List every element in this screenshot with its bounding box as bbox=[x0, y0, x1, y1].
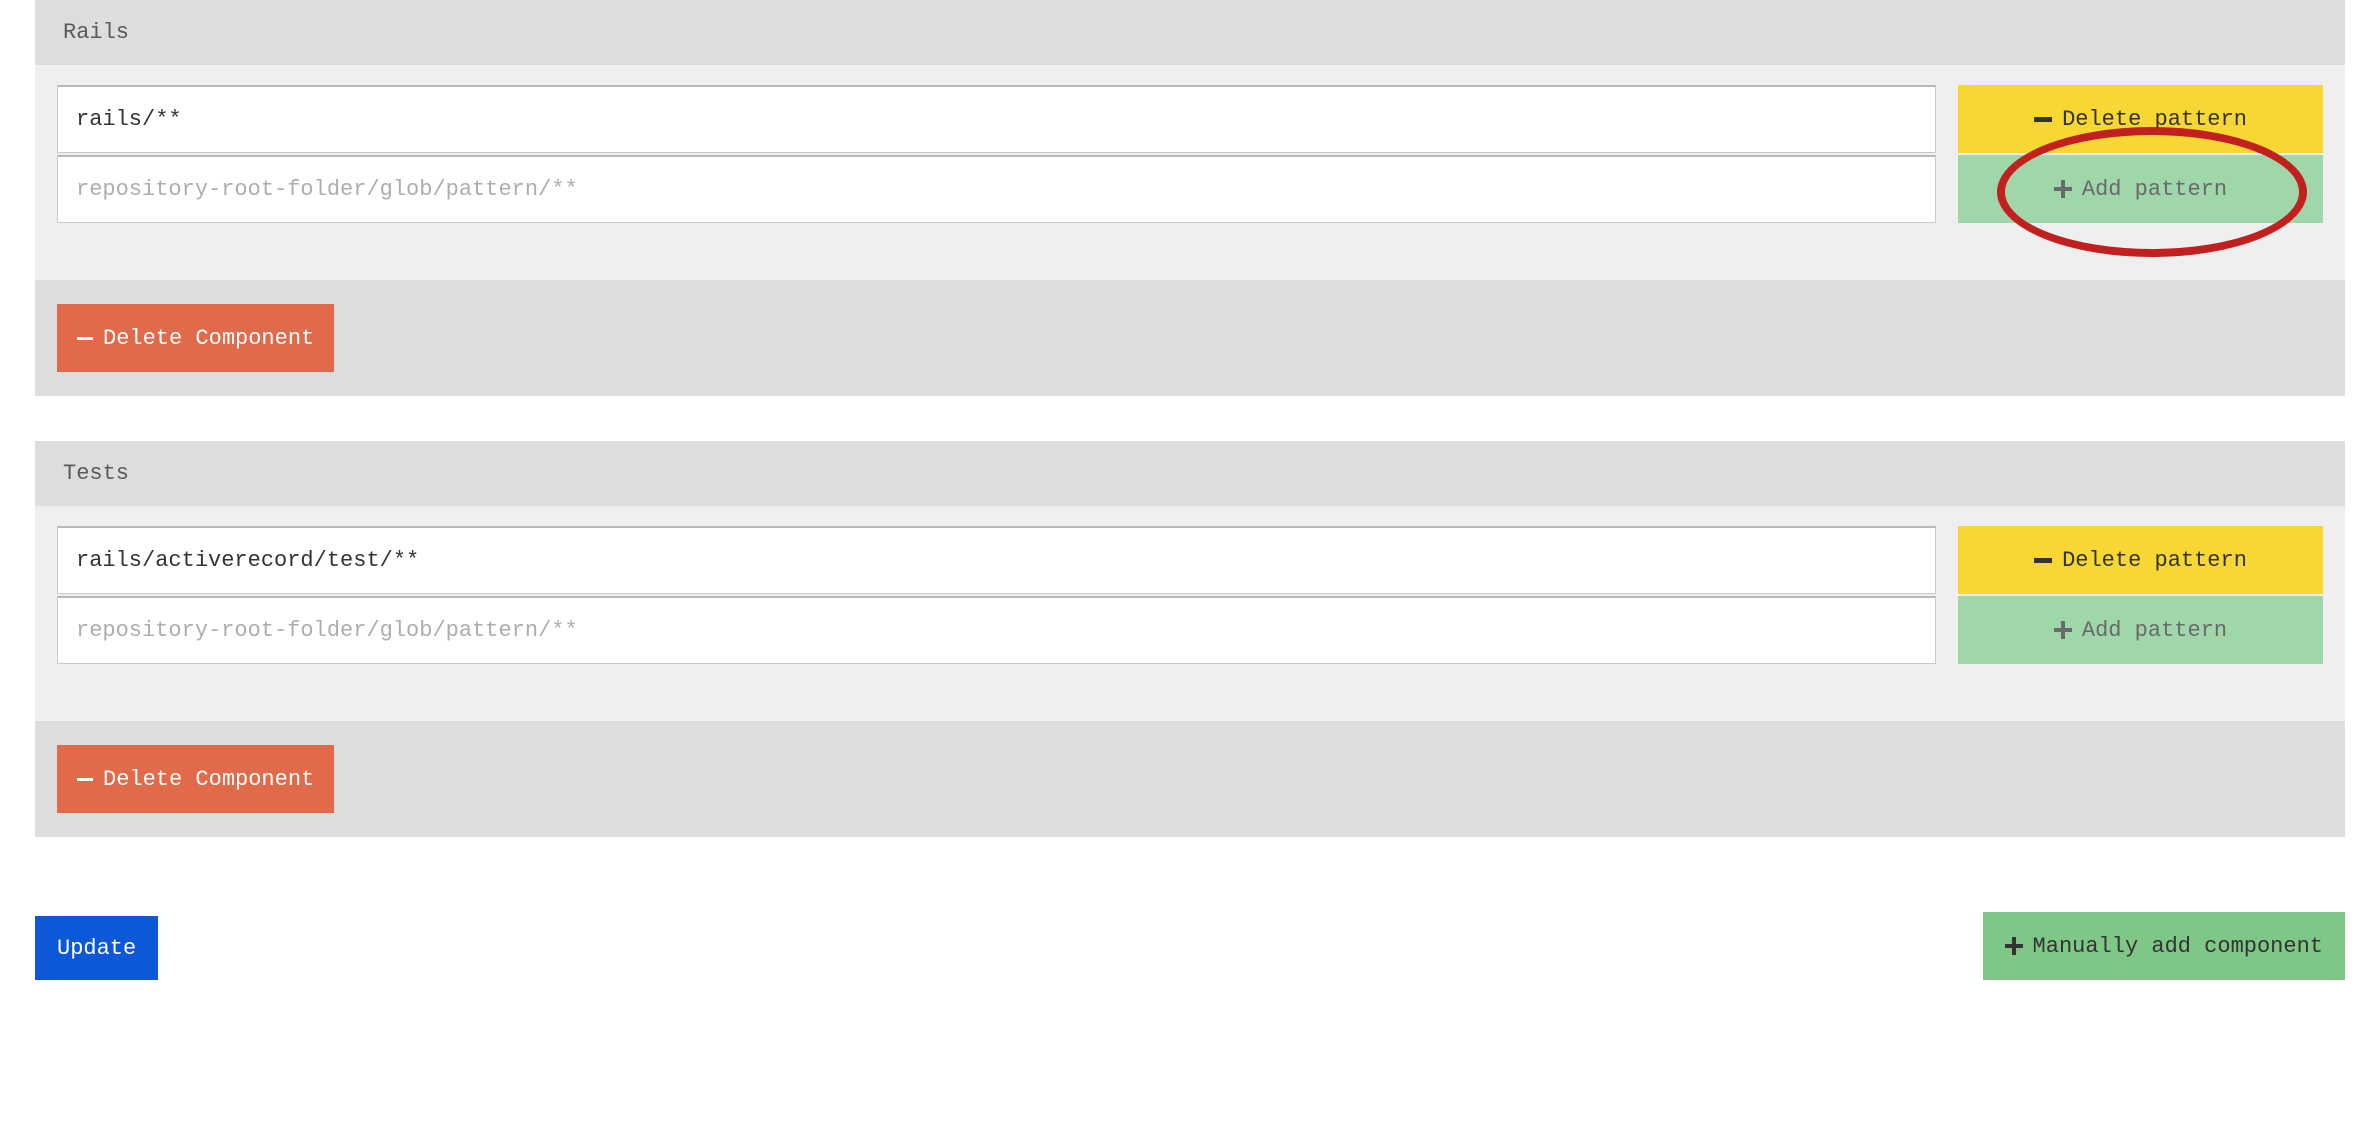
manual-add-label: Manually add component bbox=[2033, 934, 2323, 959]
delete-component-button[interactable]: Delete Component bbox=[57, 745, 334, 813]
pattern-row: Delete pattern bbox=[57, 526, 2323, 594]
delete-pattern-button[interactable]: Delete pattern bbox=[1958, 526, 2323, 594]
pattern-input[interactable] bbox=[57, 85, 1936, 153]
delete-pattern-label: Delete pattern bbox=[2062, 107, 2247, 132]
component-name-label: Tests bbox=[63, 461, 129, 486]
new-pattern-row: Add pattern bbox=[57, 596, 2323, 664]
add-pattern-label: Add pattern bbox=[2082, 618, 2227, 643]
component-name-label: Rails bbox=[63, 20, 129, 45]
component-title: Tests bbox=[35, 441, 2345, 506]
update-label: Update bbox=[57, 936, 136, 961]
plus-icon bbox=[2054, 180, 2072, 198]
minus-icon bbox=[77, 778, 93, 781]
delete-component-label: Delete Component bbox=[103, 767, 314, 792]
pattern-section: Delete pattern Add pattern bbox=[35, 506, 2345, 721]
add-pattern-button[interactable]: Add pattern bbox=[1958, 596, 2323, 664]
component-block: Tests Delete pattern Add pattern bbox=[35, 441, 2345, 837]
delete-pattern-button[interactable]: Delete pattern bbox=[1958, 85, 2323, 153]
page-footer: Update Manually add component bbox=[35, 882, 2345, 980]
new-pattern-input[interactable] bbox=[57, 596, 1936, 664]
new-pattern-row: Add pattern bbox=[57, 155, 2323, 223]
component-footer: Delete Component bbox=[35, 280, 2345, 396]
plus-icon bbox=[2005, 937, 2023, 955]
delete-component-button[interactable]: Delete Component bbox=[57, 304, 334, 372]
manually-add-component-button[interactable]: Manually add component bbox=[1983, 912, 2345, 980]
add-pattern-button[interactable]: Add pattern bbox=[1958, 155, 2323, 223]
delete-component-label: Delete Component bbox=[103, 326, 314, 351]
component-title: Rails bbox=[35, 0, 2345, 65]
minus-icon bbox=[77, 337, 93, 340]
add-pattern-label: Add pattern bbox=[2082, 177, 2227, 202]
pattern-input[interactable] bbox=[57, 526, 1936, 594]
component-block: Rails Delete pattern Add pattern bbox=[35, 0, 2345, 396]
component-footer: Delete Component bbox=[35, 721, 2345, 837]
plus-icon bbox=[2054, 621, 2072, 639]
minus-icon bbox=[2034, 558, 2052, 563]
update-button[interactable]: Update bbox=[35, 916, 158, 980]
pattern-row: Delete pattern bbox=[57, 85, 2323, 153]
new-pattern-input[interactable] bbox=[57, 155, 1936, 223]
minus-icon bbox=[2034, 117, 2052, 122]
pattern-section: Delete pattern Add pattern bbox=[35, 65, 2345, 280]
delete-pattern-label: Delete pattern bbox=[2062, 548, 2247, 573]
